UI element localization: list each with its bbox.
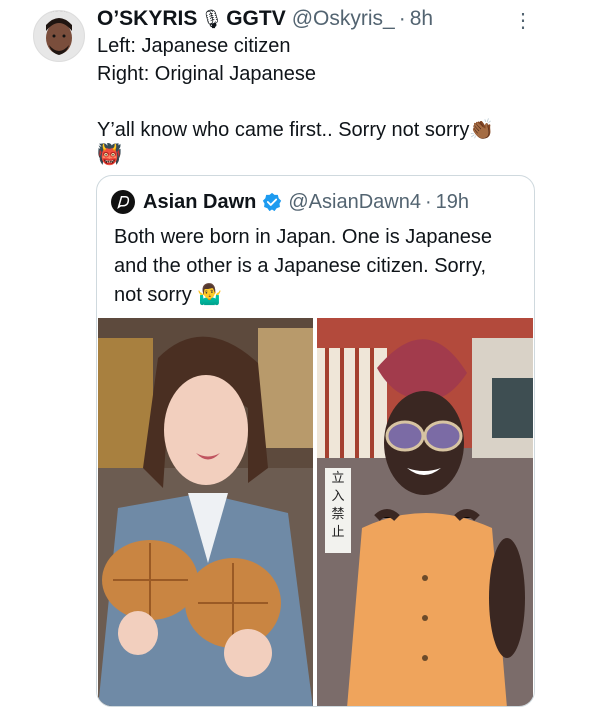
quoted-text-line-1: Both were born in Japan. One is Japanese (114, 226, 493, 248)
author-handle[interactable]: @Oskyris_ (292, 7, 395, 31)
ogre-emoji: 👹 (97, 144, 122, 166)
post-emoji-line: 👹 (97, 142, 122, 167)
quoted-text-line-3: not sorry 🤷‍♂️ (114, 282, 222, 307)
post-header: O’SKYRIS 🎙 GGTV @Oskyris_ · 8h (97, 6, 543, 32)
clapping-hands-emoji: 👏🏾 (469, 119, 495, 141)
shrugging-emoji: 🤷‍♂️ (197, 284, 223, 306)
post-text-line-1: Left: Japanese citizen (97, 35, 291, 57)
quoted-post[interactable]: Asian Dawn @AsianDawn4 · 19h Both were b… (96, 175, 535, 707)
more-options-icon[interactable]: ⋮ (513, 10, 533, 32)
post-text-line-3: Y’all know who came first.. Sorry not so… (97, 117, 494, 142)
post-time[interactable]: 8h (410, 7, 433, 31)
verified-badge-icon (263, 192, 282, 212)
quoted-text-line-3-text: not sorry (114, 284, 192, 306)
quoted-time-separator: · (424, 190, 432, 213)
quoted-text-line-2: and the other is a Japanese citizen. Sor… (114, 255, 487, 277)
author-name[interactable]: O’SKYRIS (97, 7, 197, 31)
photo-right-woman-in-headwrap[interactable]: 立入禁止 (317, 318, 533, 706)
microphone-icon: 🎙 (200, 8, 224, 29)
quoted-author-handle[interactable]: @AsianDawn4 (288, 191, 421, 214)
post-text-line-3-text: Y’all know who came first.. Sorry not so… (97, 119, 470, 141)
post-text-line-2: Right: Original Japanese (97, 63, 317, 85)
quoted-post-header: Asian Dawn @AsianDawn4 · 19h (111, 189, 522, 215)
asian-dawn-logo-icon[interactable] (111, 190, 135, 214)
photo-left-woman-in-kimono[interactable] (98, 318, 313, 706)
prohibited-entry-sign: 立入禁止 (331, 471, 345, 540)
author-avatar[interactable] (33, 10, 85, 62)
time-separator: · (398, 7, 406, 30)
author-name-suffix[interactable]: GGTV (226, 7, 286, 31)
quoted-author-name[interactable]: Asian Dawn (143, 191, 256, 214)
quoted-post-time[interactable]: 19h (436, 191, 469, 214)
